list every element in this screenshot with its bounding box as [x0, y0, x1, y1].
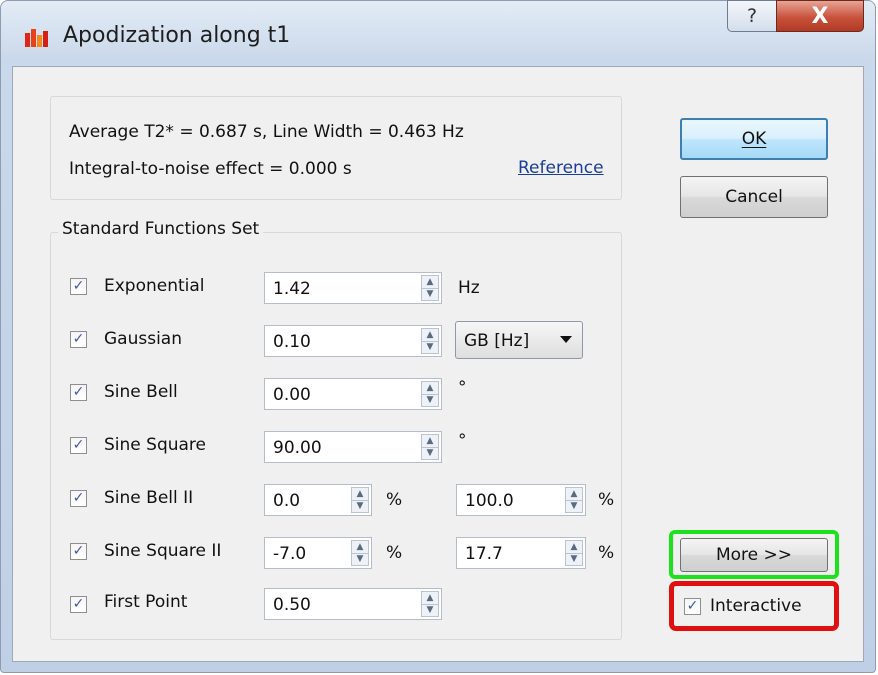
sine-square-ii-label: Sine Square II [104, 541, 222, 561]
interactive-checkbox[interactable]: ✓ [684, 598, 701, 615]
spin-arrows-icon[interactable]: ▲ ▼ [421, 434, 439, 460]
sine-bell-ii-label: Sine Bell II [104, 488, 194, 508]
help-icon: ? [746, 5, 758, 27]
first-point-label: First Point [104, 592, 188, 612]
window-title: Apodization along t1 [63, 23, 291, 48]
first-point-checkbox[interactable]: ✓ [70, 596, 87, 613]
exponential-input[interactable]: 1.42 ▲ ▼ [264, 272, 442, 304]
gaussian-unit-dropdown[interactable]: GB [Hz] [455, 321, 583, 359]
spin-arrows-icon[interactable]: ▲ ▼ [421, 381, 439, 407]
sine-square-input[interactable]: 90.00 ▲ ▼ [264, 431, 442, 463]
spin-arrows-icon[interactable]: ▲ ▼ [351, 487, 369, 513]
t2-linewidth-text: Average T2* = 0.687 s, Line Width = 0.46… [69, 122, 464, 142]
exponential-label: Exponential [104, 276, 205, 296]
checkmark-icon: ✓ [72, 596, 85, 612]
close-icon: X [811, 3, 829, 29]
sine-bell-ii-checkbox[interactable]: ✓ [70, 490, 87, 507]
sine-square-unit: ° [458, 431, 467, 451]
gaussian-label: Gaussian [104, 329, 182, 349]
sine-bell-checkbox[interactable]: ✓ [70, 384, 87, 401]
spin-arrows-icon[interactable]: ▲ ▼ [565, 487, 583, 513]
spin-arrows-icon[interactable]: ▲ ▼ [421, 328, 439, 354]
checkmark-icon: ✓ [72, 384, 85, 400]
sine-bell-label: Sine Bell [104, 382, 178, 402]
interactive-label: Interactive [710, 596, 802, 616]
sine-square-ii-start-unit: % [386, 543, 403, 563]
sine-square-label: Sine Square [104, 435, 206, 455]
sine-square-ii-end-input[interactable]: 17.7 ▲ ▼ [456, 537, 586, 569]
sine-bell-input[interactable]: 0.00 ▲ ▼ [264, 378, 442, 410]
ok-button[interactable]: OK [680, 118, 828, 160]
exponential-checkbox[interactable]: ✓ [70, 278, 87, 295]
spin-arrows-icon[interactable]: ▲ ▼ [421, 275, 439, 301]
checkmark-icon: ✓ [72, 437, 85, 453]
sine-square-checkbox[interactable]: ✓ [70, 437, 87, 454]
app-logo-icon [25, 29, 48, 47]
cancel-button[interactable]: Cancel [680, 176, 828, 218]
checkmark-icon: ✓ [72, 331, 85, 347]
integral-noise-text: Integral-to-noise effect = 0.000 s [69, 159, 352, 179]
sine-bell-ii-end-input[interactable]: 100.0 ▲ ▼ [456, 484, 586, 516]
spin-arrows-icon[interactable]: ▲ ▼ [565, 540, 583, 566]
gaussian-checkbox[interactable]: ✓ [70, 331, 87, 348]
spin-arrows-icon[interactable]: ▲ ▼ [351, 540, 369, 566]
sine-bell-ii-end-unit: % [598, 490, 615, 510]
title-bar[interactable]: Apodization along t1 ? X [1, 0, 875, 67]
spin-arrows-icon[interactable]: ▲ ▼ [421, 591, 439, 617]
help-button[interactable]: ? [727, 0, 777, 32]
group-title: Standard Functions Set [58, 219, 264, 239]
first-point-input[interactable]: 0.50 ▲ ▼ [264, 588, 442, 620]
sine-square-ii-start-input[interactable]: -7.0 ▲ ▼ [264, 537, 372, 569]
checkmark-icon: ✓ [72, 543, 85, 559]
info-panel: Average T2* = 0.687 s, Line Width = 0.46… [50, 96, 622, 200]
more-button[interactable]: More >> [680, 538, 828, 572]
reference-link[interactable]: Reference [518, 158, 604, 178]
sine-bell-ii-start-unit: % [386, 490, 403, 510]
close-button[interactable]: X [776, 0, 864, 32]
checkmark-icon: ✓ [686, 598, 699, 614]
checkmark-icon: ✓ [72, 490, 85, 506]
checkmark-icon: ✓ [72, 278, 85, 294]
gaussian-input[interactable]: 0.10 ▲ ▼ [264, 325, 442, 357]
chevron-down-icon [560, 336, 572, 343]
sine-square-ii-end-unit: % [598, 543, 615, 563]
sine-bell-unit: ° [458, 378, 467, 398]
sine-bell-ii-start-input[interactable]: 0.0 ▲ ▼ [264, 484, 372, 516]
sine-square-ii-checkbox[interactable]: ✓ [70, 543, 87, 560]
exponential-unit: Hz [458, 278, 480, 298]
